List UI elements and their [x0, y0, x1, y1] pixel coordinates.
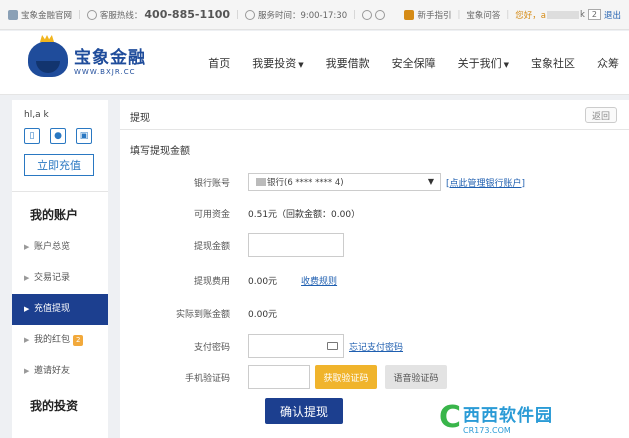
sidebar-username: hl,a k [24, 110, 49, 120]
elephant-logo-icon [28, 41, 68, 77]
row-pay-password: 支付密码 忘记支付密码 [120, 334, 629, 358]
amount-label: 提现金额 [193, 241, 230, 252]
mobile-icon[interactable]: ▯ [24, 128, 40, 144]
form-subtitle: 填写提现金额 [130, 146, 190, 157]
my-investment-title: 我的投资 [30, 399, 79, 413]
verification-icons: ▯ ● ▣ [24, 128, 96, 144]
nav-community[interactable]: 宝象社区 [531, 55, 575, 71]
nav-home[interactable]: 首页 [208, 55, 230, 71]
wechat-icon[interactable] [374, 9, 385, 20]
fee-rule-link[interactable]: 收费规则 [301, 274, 337, 287]
row-available: 可用资金 0.51元（回款金额：0.00） [120, 201, 629, 225]
forgot-password-link[interactable]: 忘记支付密码 [349, 340, 403, 353]
clock-icon [244, 9, 255, 20]
masked-username [546, 10, 579, 19]
chevron-right-icon: ▶ [24, 243, 30, 251]
hotline-label: 客服热线： [99, 10, 143, 21]
watermark-logo-icon: C [439, 400, 462, 435]
qa-link[interactable]: 宝象问答 [466, 9, 500, 21]
row-fee: 提现费用 0.00元 收费规则 [120, 268, 629, 292]
account-sidebar: hl,a k ▯ ● ▣ 立即充值 我的账户 ▶ 账户总览 ▶ 交易记录 ▶ 充值提现… [12, 100, 108, 438]
watermark-subtext: CR173.COM [463, 426, 511, 435]
chevron-down-icon: ▼ [298, 61, 304, 69]
guide-icon [404, 9, 415, 20]
available-value: 0.51元（回款金额：0.00） [248, 209, 361, 220]
nav-crowdfunding[interactable]: 众筹 [597, 55, 619, 71]
row-sms-code: 手机验证码 获取验证码 语音验证码 [120, 365, 629, 389]
caret-down-icon: ▼ [427, 177, 434, 186]
row-bank-account: 银行账号 银行(6 **** **** 4) ▼ [点此管理银行账户] [120, 170, 629, 194]
confirm-withdraw-button[interactable]: 确认提现 [265, 398, 343, 424]
site-logo[interactable]: 宝象金融 WWW.BXJR.CC [28, 41, 146, 77]
nav-about[interactable]: 关于我们 ▼ [458, 55, 509, 71]
message-count-badge[interactable]: 2 [587, 9, 601, 20]
site-header: 宝象金融 WWW.BXJR.CC 首页 我要投资 ▼ 我要借款 安全保障 关于我们… [0, 31, 629, 95]
sidebar-item-transactions[interactable]: ▶ 交易记录 [12, 263, 108, 294]
sidebar-item-recharge-withdraw[interactable]: ▶ 充值提现 [12, 294, 108, 325]
home-icon [8, 9, 18, 20]
top-bar-right: 新手指引 | 宝象问答 | 您好，a k 2 退出 [404, 9, 621, 21]
chevron-right-icon: ▶ [24, 336, 30, 344]
sidebar-item-invite[interactable]: ▶ 邀请好友 [12, 356, 108, 387]
nav-borrow[interactable]: 我要借款 [326, 55, 370, 71]
fee-value: 0.00元 [248, 276, 278, 287]
logo-text-cn: 宝象金融 [74, 47, 146, 68]
available-label: 可用资金 [193, 209, 230, 220]
chevron-right-icon: ▶ [24, 367, 30, 375]
watermark: C 西西软件园 CR173.COM [439, 400, 625, 436]
back-button[interactable]: 返回 [585, 107, 617, 123]
actual-label: 实际到账金额 [175, 309, 230, 320]
user-icon[interactable]: ● [50, 128, 66, 144]
bank-account-select[interactable]: 银行(6 **** **** 4) ▼ [248, 173, 441, 191]
row-actual: 实际到账金额 0.00元 [120, 301, 629, 325]
amount-input[interactable] [248, 233, 344, 257]
row-amount: 提现金额 [120, 233, 629, 257]
recharge-button[interactable]: 立即充值 [24, 154, 94, 176]
pay-password-input[interactable] [248, 334, 344, 358]
chevron-down-icon: ▼ [503, 61, 509, 69]
logout-link[interactable]: 退出 [604, 9, 621, 21]
lock-icon[interactable]: ▣ [76, 128, 92, 144]
sidebar-item-red-packets[interactable]: ▶ 我的红包 2 [12, 325, 108, 356]
pay-password-label: 支付密码 [193, 342, 230, 353]
hotline-number: 400-885-1100 [144, 8, 231, 21]
sms-code-label: 手机验证码 [184, 373, 230, 384]
voice-code-button[interactable]: 语音验证码 [385, 365, 447, 389]
weibo-icon[interactable] [361, 9, 372, 20]
fee-label: 提现费用 [193, 276, 230, 287]
panel-header: 提现 返回 [120, 100, 629, 130]
nav-invest[interactable]: 我要投资 ▼ [252, 55, 303, 71]
chevron-right-icon: ▶ [24, 305, 30, 313]
sms-code-input[interactable] [248, 365, 310, 389]
nav-security[interactable]: 安全保障 [392, 55, 436, 71]
bank-account-label: 银行账号 [193, 178, 230, 189]
keyboard-icon[interactable] [327, 342, 338, 350]
withdraw-panel: 提现 返回 填写提现金额 银行账号 银行(6 **** **** 4) ▼ [点… [120, 100, 629, 438]
greeting-tail: k [579, 9, 585, 20]
phone-icon [86, 9, 97, 20]
manage-bank-link[interactable]: [点此管理银行账户] [446, 176, 525, 189]
new-user-guide-link[interactable]: 新手指引 [417, 9, 451, 21]
official-site-link[interactable]: 宝象金融官网 [21, 9, 72, 21]
my-account-title: 我的账户 [30, 208, 79, 222]
page-title: 提现 [130, 113, 150, 124]
get-code-button[interactable]: 获取验证码 [315, 365, 377, 389]
bank-account-value: 银行(6 **** **** 4) [267, 178, 344, 188]
watermark-text: 西西软件园 [463, 406, 554, 426]
service-hours: 服务时间：9:00-17:30 [257, 10, 348, 21]
user-box: hl,a k ▯ ● ▣ 立即充值 [12, 100, 108, 192]
greeting-text: 您好，a [515, 10, 546, 21]
sidebar-item-overview[interactable]: ▶ 账户总览 [12, 232, 108, 263]
main-nav: 首页 我要投资 ▼ 我要借款 安全保障 关于我们 ▼ 宝象社区 众筹 [186, 31, 629, 95]
top-bar: 宝象金融官网 | 客服热线： 400-885-1100 | 服务时间：9:00-… [0, 0, 629, 30]
red-packet-count-badge: 2 [73, 335, 84, 346]
chevron-right-icon: ▶ [24, 274, 30, 282]
logo-text-en: WWW.BXJR.CC [74, 67, 136, 76]
actual-value: 0.00元 [248, 309, 278, 320]
